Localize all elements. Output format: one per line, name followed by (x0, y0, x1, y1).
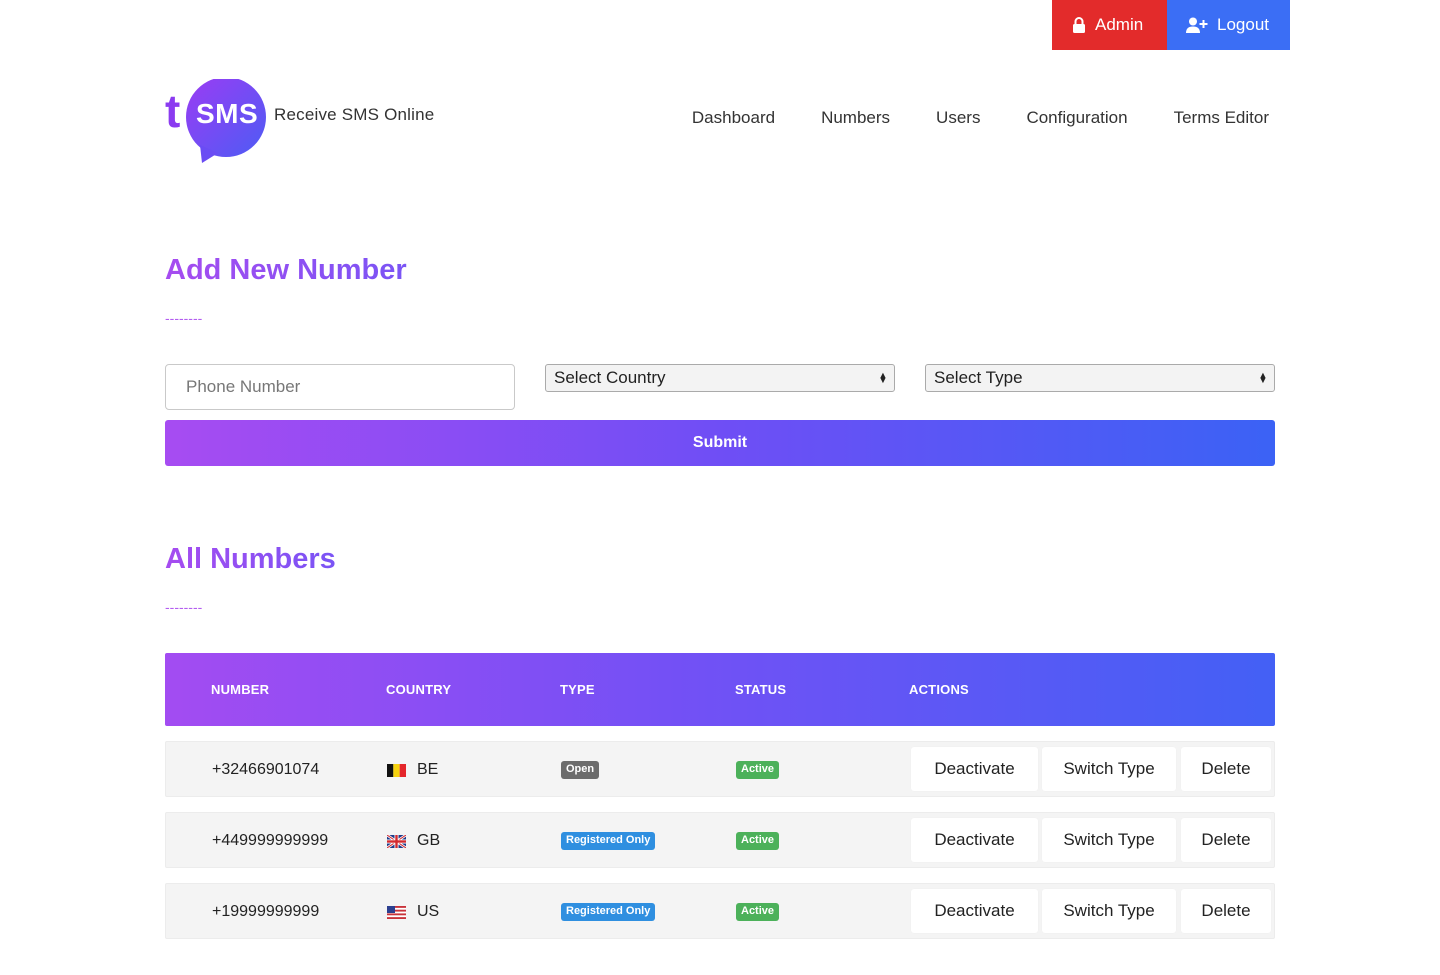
uk-flag-icon (387, 834, 406, 848)
status-badge: Active (736, 832, 780, 850)
row-number: +32466901074 (212, 761, 320, 778)
country-select[interactable]: Select Country ▲ ▼ (545, 364, 895, 392)
type-badge: Registered Only (561, 903, 656, 921)
row-type: Registered Only (561, 813, 656, 869)
table-row: +19999999999 US Registered Only Active D… (165, 883, 1275, 939)
nav-configuration[interactable]: Configuration (1026, 108, 1127, 128)
row-country-code: GB (417, 832, 441, 849)
main-nav: Dashboard Numbers Users Configuration Te… (692, 108, 1269, 128)
type-select[interactable]: Select Type ▲ ▼ (925, 364, 1275, 392)
lock-icon (1073, 17, 1085, 33)
logout-button[interactable]: Logout (1167, 0, 1290, 50)
us-flag-icon (387, 905, 406, 919)
logout-label: Logout (1217, 15, 1269, 34)
deactivate-button[interactable]: Deactivate (911, 818, 1038, 862)
belgium-flag-icon (387, 763, 406, 777)
row-status: Active (736, 742, 780, 798)
column-header-country: COUNTRY (386, 682, 452, 697)
table-row: +32466901074 BE Open Active Deactivate S… (165, 741, 1275, 797)
delete-button[interactable]: Delete (1181, 747, 1271, 791)
delete-button[interactable]: Delete (1181, 818, 1271, 862)
select-arrows-icon: ▲ ▼ (1258, 369, 1268, 385)
switch-type-button[interactable]: Switch Type (1042, 818, 1176, 862)
add-number-divider: -------- (165, 310, 203, 326)
type-badge: Registered Only (561, 832, 656, 850)
logo-tagline: Receive SMS Online (274, 105, 435, 124)
deactivate-button[interactable]: Deactivate (911, 747, 1038, 791)
row-country: BE (387, 742, 438, 798)
row-status: Active (736, 813, 780, 869)
row-country-code: BE (417, 761, 439, 778)
admin-label: Admin (1095, 15, 1144, 34)
row-type: Registered Only (561, 884, 656, 940)
delete-button[interactable]: Delete (1181, 889, 1271, 933)
type-select-value: Select Type (934, 368, 1023, 387)
logo-sms-text: SMS (196, 98, 259, 129)
site-logo[interactable]: t SMS Receive SMS Online (165, 78, 435, 164)
row-type: Open (561, 742, 600, 798)
row-number: +19999999999 (212, 903, 320, 920)
row-country: US (387, 884, 439, 940)
nav-dashboard[interactable]: Dashboard (692, 108, 775, 128)
phone-number-input[interactable] (165, 364, 515, 410)
nav-numbers[interactable]: Numbers (821, 108, 890, 128)
auth-bar: Admin Logout (1052, 0, 1290, 50)
numbers-table-header: NUMBER COUNTRY TYPE STATUS ACTIONS (165, 653, 1275, 726)
country-select-value: Select Country (554, 368, 666, 387)
select-arrows-icon: ▲ ▼ (878, 369, 888, 385)
nav-users[interactable]: Users (936, 108, 980, 128)
switch-type-button[interactable]: Switch Type (1042, 889, 1176, 933)
deactivate-button[interactable]: Deactivate (911, 889, 1038, 933)
status-badge: Active (736, 903, 780, 921)
status-badge: Active (736, 761, 780, 779)
column-header-number: NUMBER (211, 682, 270, 697)
submit-button[interactable]: Submit (165, 420, 1275, 466)
table-row: +449999999999 GB Registered Only Active … (165, 812, 1275, 868)
row-status: Active (736, 884, 780, 940)
admin-button[interactable]: Admin (1052, 0, 1167, 50)
logo-letter: t (165, 85, 181, 137)
user-plus-icon (1186, 17, 1208, 33)
column-header-type: TYPE (560, 682, 595, 697)
all-numbers-divider: -------- (165, 599, 203, 615)
type-badge: Open (561, 761, 600, 779)
column-header-status: STATUS (735, 682, 787, 697)
all-numbers-title: All Numbers (165, 543, 336, 575)
row-country-code: US (417, 903, 440, 920)
row-number: +449999999999 (212, 832, 329, 849)
row-country: GB (387, 813, 440, 869)
column-header-actions: ACTIONS (909, 682, 969, 697)
switch-type-button[interactable]: Switch Type (1042, 747, 1176, 791)
nav-terms-editor[interactable]: Terms Editor (1174, 108, 1269, 128)
add-number-title: Add New Number (165, 254, 407, 286)
